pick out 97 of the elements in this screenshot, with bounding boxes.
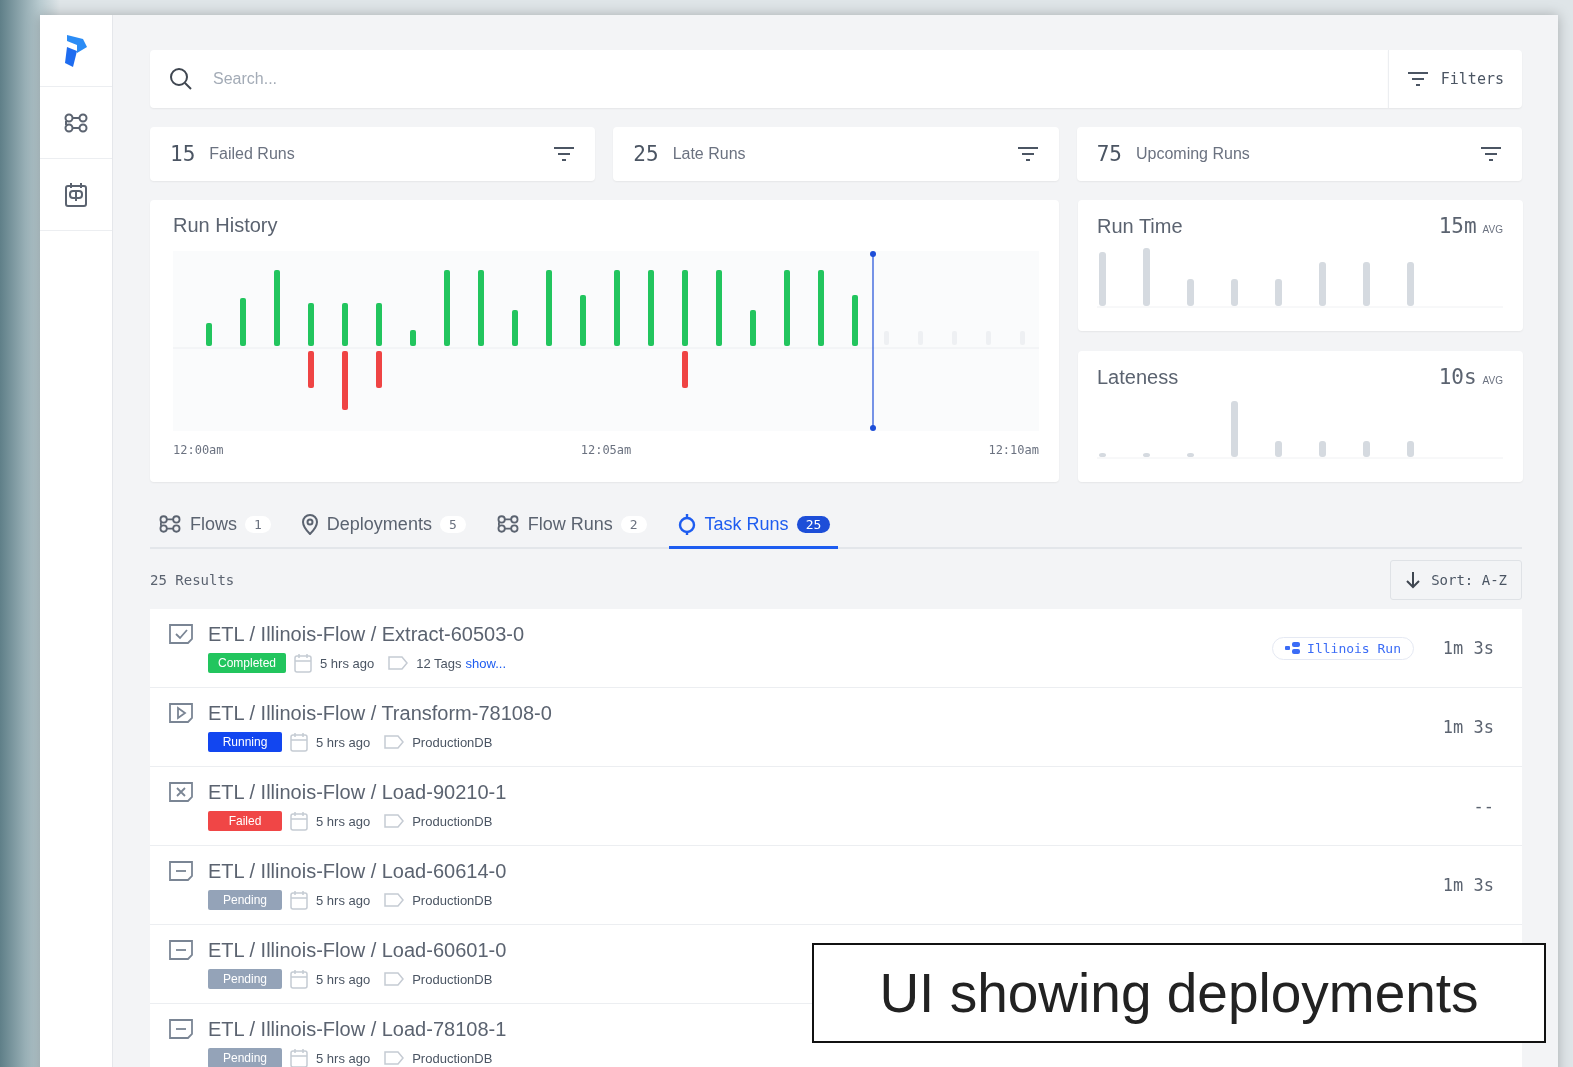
axis-label: 12:05am: [580, 443, 632, 457]
caption-dialog: UI showing deployments: [812, 943, 1546, 1043]
minus-square-icon: [168, 860, 194, 882]
results-count: 25 Results: [150, 572, 235, 588]
status-badge: Pending: [208, 969, 282, 989]
duration: 1m 3s: [1441, 638, 1494, 658]
tab[interactable]: Flow Runs 2: [487, 502, 655, 549]
circle-icon: [676, 512, 697, 536]
tags-text: ProductionDB: [412, 813, 493, 829]
time-ago: 5 hrs ago: [316, 734, 371, 750]
tag-icon: [384, 971, 405, 987]
minus-square-icon: [168, 1018, 194, 1040]
metric-title: Run Time: [1097, 215, 1183, 238]
flows-icon: [495, 514, 520, 534]
task-run-title[interactable]: ETL / Illinois-Flow / Load-60614-0: [208, 860, 507, 883]
filter-icon[interactable]: [1016, 146, 1039, 162]
flows-icon: [158, 514, 182, 534]
metric-title: Lateness: [1097, 366, 1179, 389]
check-square-icon: [168, 623, 194, 645]
stat-label: Failed Runs: [209, 145, 296, 163]
status-badge: Completed: [208, 653, 287, 673]
stat-count: 15: [170, 142, 196, 166]
stat-card[interactable]: 75 Upcoming Runs: [1076, 127, 1522, 181]
stat-label: Late Runs: [672, 145, 747, 163]
tags-text: ProductionDB: [412, 892, 493, 908]
tag-icon: [384, 1050, 405, 1066]
tab[interactable]: Task Runs 25: [668, 502, 839, 549]
calendar-icon: [290, 890, 308, 910]
tag-icon: [384, 813, 405, 829]
axis-label: 12:10am: [988, 443, 1039, 457]
tags-text: ProductionDB: [412, 734, 493, 750]
metric-value: 15m: [1438, 214, 1477, 238]
arrow-down-icon: [1405, 571, 1422, 589]
metric-value: 10s: [1438, 365, 1477, 389]
task-run-row[interactable]: ETL / Illinois-Flow / Transform-78108-0 Running 5 hrs ago ProductionDB 1m 3s: [150, 688, 1522, 767]
time-ago: 5 hrs ago: [316, 892, 371, 908]
task-run-title[interactable]: ETL / Illinois-Flow / Transform-78108-0: [208, 702, 552, 725]
tag-icon: [384, 892, 405, 908]
filter-icon[interactable]: [1480, 146, 1502, 162]
chart-title: Run History: [173, 214, 279, 237]
task-run-title[interactable]: ETL / Illinois-Flow / Load-78108-1: [208, 1018, 507, 1041]
task-run-title[interactable]: ETL / Illinois-Flow / Load-90210-1: [208, 781, 507, 804]
filters-button[interactable]: Filters: [1387, 50, 1522, 108]
metric-unit: AVG: [1482, 224, 1503, 235]
status-badge: Pending: [208, 890, 282, 910]
duration: 1m 3s: [1441, 875, 1494, 895]
filter-icon[interactable]: [553, 146, 576, 162]
metric-unit: AVG: [1482, 375, 1503, 386]
count-badge: 5: [439, 515, 466, 533]
tag-icon: [388, 655, 409, 671]
stat-count: 75: [1096, 142, 1122, 166]
calendar-icon: [290, 1048, 308, 1067]
time-ago: 5 hrs ago: [316, 971, 371, 987]
tags-text: ProductionDB: [412, 1050, 493, 1066]
play-square-icon: [168, 702, 194, 724]
task-run-row[interactable]: ETL / Illinois-Flow / Load-90210-1 Failed 5 hrs ago ProductionDB --: [150, 767, 1522, 846]
duration: --: [1472, 796, 1494, 816]
calendar-icon: [290, 969, 308, 989]
location-pin-icon: [300, 513, 319, 535]
stat-count: 25: [633, 142, 659, 166]
task-run-row[interactable]: ETL / Illinois-Flow / Extract-60503-0 Completed 5 hrs ago 12 Tags show... Illinois Run 1m 3s: [150, 609, 1522, 688]
minus-square-icon: [168, 939, 194, 961]
status-badge: Pending: [208, 1048, 282, 1067]
x-square-icon: [168, 781, 194, 803]
tags-text: ProductionDB: [412, 971, 493, 987]
stat-card[interactable]: 25 Late Runs: [613, 127, 1059, 181]
flows-icon[interactable]: [63, 111, 89, 134]
task-run-row[interactable]: ETL / Illinois-Flow / Load-60614-0 Pending 5 hrs ago ProductionDB 1m 3s: [150, 846, 1522, 925]
calendar-icon: [290, 811, 308, 831]
tag-icon: [384, 734, 405, 750]
calendar-icon[interactable]: [64, 181, 88, 208]
stat-card[interactable]: 15 Failed Runs: [150, 127, 596, 181]
duration: 1m 3s: [1441, 717, 1494, 737]
tab[interactable]: Flows 1: [150, 502, 279, 549]
calendar-icon: [294, 653, 313, 673]
status-badge: Running: [208, 732, 282, 752]
count-badge: 1: [245, 515, 271, 533]
time-ago: 5 hrs ago: [316, 1050, 371, 1066]
time-ago: 5 hrs ago: [316, 813, 371, 829]
search-bar[interactable]: Search...: [150, 50, 1388, 108]
search-icon: [169, 67, 193, 91]
stat-label: Upcoming Runs: [1135, 145, 1251, 163]
tab[interactable]: Deployments 5: [292, 502, 474, 549]
sort-button[interactable]: Sort: A-Z: [1390, 560, 1522, 600]
show-tags-link[interactable]: show...: [465, 655, 506, 671]
filter-icon: [1406, 71, 1429, 87]
tags-text: 12 Tags: [416, 655, 462, 671]
count-badge: 2: [620, 515, 647, 533]
task-run-title[interactable]: ETL / Illinois-Flow / Load-60601-0: [208, 939, 507, 962]
time-ago: 5 hrs ago: [320, 655, 375, 671]
calendar-icon: [290, 732, 308, 752]
status-badge: Failed: [208, 811, 282, 831]
count-badge: 25: [796, 515, 831, 533]
axis-label: 12:00am: [173, 443, 224, 457]
logo-icon[interactable]: [63, 32, 89, 69]
search-field[interactable]: Search...: [211, 69, 1388, 89]
task-run-title[interactable]: ETL / Illinois-Flow / Extract-60503-0: [208, 623, 525, 646]
